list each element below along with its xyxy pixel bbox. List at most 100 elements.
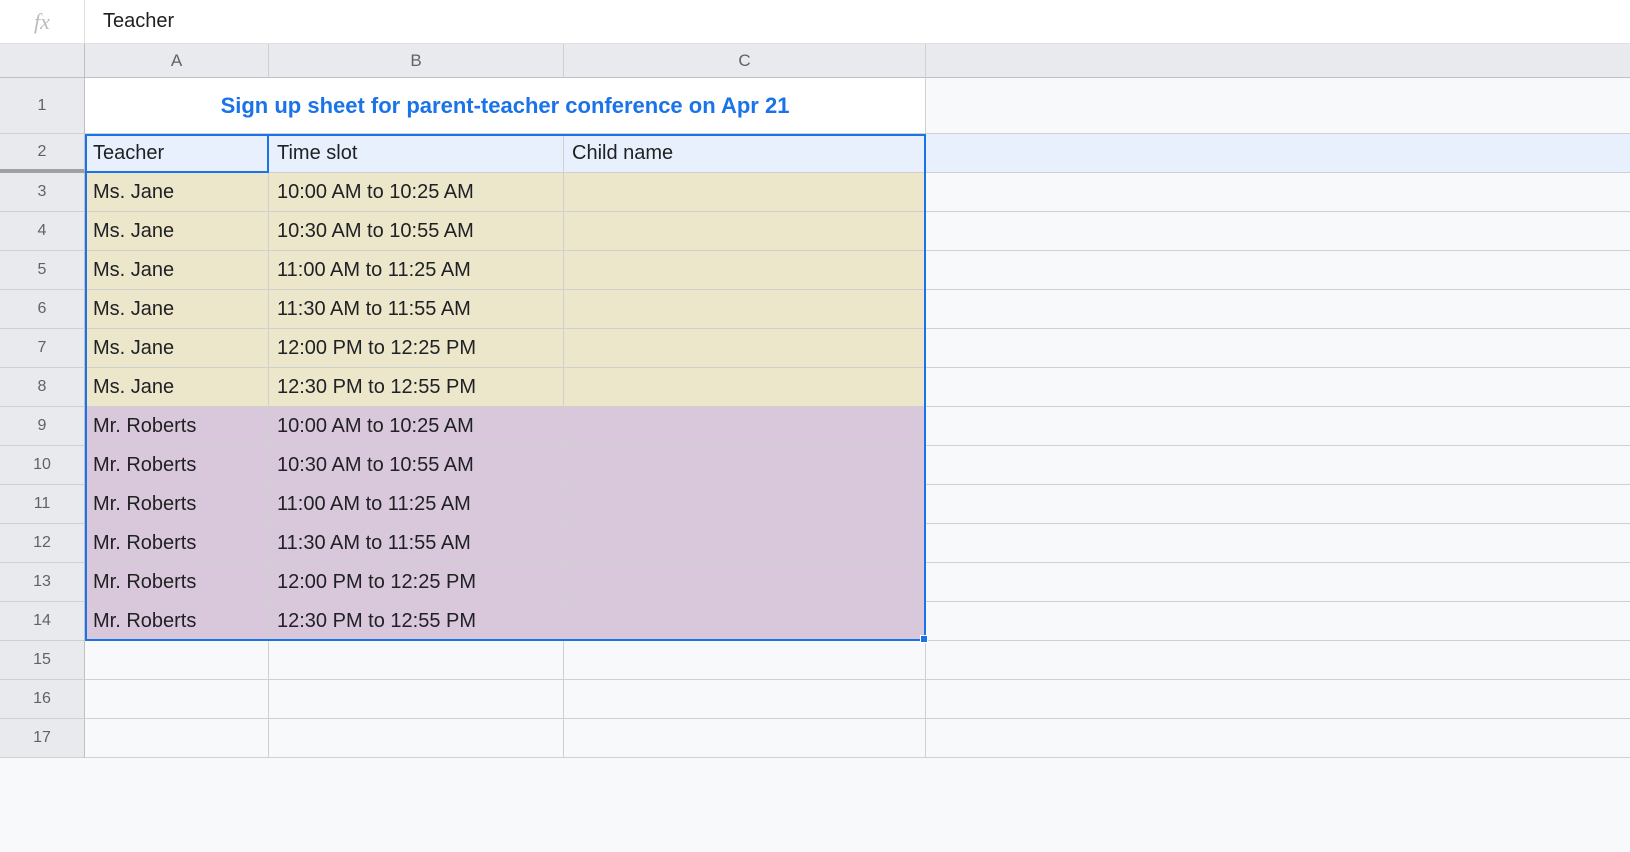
row-header-13[interactable]: 13 [0,563,85,602]
row-header-12[interactable]: 12 [0,524,85,563]
formula-input[interactable] [85,0,1630,43]
cell-teacher[interactable]: Ms. Jane [85,329,269,368]
cell-child-name[interactable] [564,485,926,524]
table-row: Mr. Roberts 11:30 AM to 11:55 AM [85,524,1630,563]
table-row [85,719,1630,758]
col-header-c[interactable]: C [564,44,926,78]
cell-child-name[interactable] [564,251,926,290]
empty-cell[interactable] [926,290,1630,329]
cell-child-name[interactable] [564,446,926,485]
sheet-title[interactable]: Sign up sheet for parent-teacher confere… [85,78,926,134]
empty-cell[interactable] [926,485,1630,524]
empty-cell[interactable] [85,680,269,719]
empty-cell[interactable] [926,563,1630,602]
cell-time-slot[interactable]: 12:00 PM to 12:25 PM [269,563,564,602]
cell-time-slot[interactable]: 10:00 AM to 10:25 AM [269,173,564,212]
row-header-17[interactable]: 17 [0,719,85,758]
cell-teacher[interactable]: Mr. Roberts [85,407,269,446]
empty-cell[interactable] [926,719,1630,758]
cell-child-name[interactable] [564,212,926,251]
table-row: Ms. Jane 12:30 PM to 12:55 PM [85,368,1630,407]
empty-cell[interactable] [85,719,269,758]
cell-child-name[interactable] [564,563,926,602]
header-child-name[interactable]: Child name [564,134,926,173]
empty-cell[interactable] [926,368,1630,407]
table-row: Mr. Roberts 10:30 AM to 10:55 AM [85,446,1630,485]
row-header-11[interactable]: 11 [0,485,85,524]
cell-child-name[interactable] [564,290,926,329]
cell-time-slot[interactable]: 10:30 AM to 10:55 AM [269,446,564,485]
row-header-3[interactable]: 3 [0,173,85,212]
empty-cell[interactable] [926,134,1630,173]
cell-teacher[interactable]: Ms. Jane [85,251,269,290]
cell-teacher[interactable]: Mr. Roberts [85,524,269,563]
table-row: Ms. Jane 11:30 AM to 11:55 AM [85,290,1630,329]
table-row: Mr. Roberts 10:00 AM to 10:25 AM [85,407,1630,446]
cell-child-name[interactable] [564,407,926,446]
row-header-5[interactable]: 5 [0,251,85,290]
table-row: Mr. Roberts 11:00 AM to 11:25 AM [85,485,1630,524]
empty-cell[interactable] [564,680,926,719]
cell-child-name[interactable] [564,602,926,641]
row-header-8[interactable]: 8 [0,368,85,407]
cell-teacher[interactable]: Ms. Jane [85,290,269,329]
cell-time-slot[interactable]: 12:00 PM to 12:25 PM [269,329,564,368]
col-header-b[interactable]: B [269,44,564,78]
cell-teacher[interactable]: Ms. Jane [85,212,269,251]
empty-cell[interactable] [926,602,1630,641]
cell-teacher[interactable]: Ms. Jane [85,368,269,407]
cell-time-slot[interactable]: 10:00 AM to 10:25 AM [269,407,564,446]
cell-time-slot[interactable]: 11:30 AM to 11:55 AM [269,524,564,563]
empty-cell[interactable] [926,524,1630,563]
cell-time-slot[interactable]: 11:30 AM to 11:55 AM [269,290,564,329]
row-header-9[interactable]: 9 [0,407,85,446]
empty-cell[interactable] [926,78,1630,134]
col-header-a[interactable]: A [85,44,269,78]
cell-teacher[interactable]: Mr. Roberts [85,485,269,524]
empty-cell[interactable] [926,329,1630,368]
cell-child-name[interactable] [564,173,926,212]
table-row: Ms. Jane 10:30 AM to 10:55 AM [85,212,1630,251]
row-header-14[interactable]: 14 [0,602,85,641]
select-all-corner[interactable] [0,44,85,78]
empty-cell[interactable] [926,446,1630,485]
empty-cell[interactable] [269,641,564,680]
row-header-1[interactable]: 1 [0,78,85,134]
row-header-6[interactable]: 6 [0,290,85,329]
empty-cell[interactable] [926,641,1630,680]
empty-cell[interactable] [926,680,1630,719]
empty-cell[interactable] [564,641,926,680]
cell-time-slot[interactable]: 12:30 PM to 12:55 PM [269,368,564,407]
header-time-slot[interactable]: Time slot [269,134,564,173]
empty-cell[interactable] [564,719,926,758]
cell-time-slot[interactable]: 12:30 PM to 12:55 PM [269,602,564,641]
empty-cell[interactable] [926,407,1630,446]
empty-cell[interactable] [926,212,1630,251]
cell-teacher[interactable]: Mr. Roberts [85,446,269,485]
row-header-4[interactable]: 4 [0,212,85,251]
empty-cell[interactable] [269,680,564,719]
formula-bar: fx [0,0,1630,44]
cell-time-slot[interactable]: 10:30 AM to 10:55 AM [269,212,564,251]
row-header-7[interactable]: 7 [0,329,85,368]
cell-time-slot[interactable]: 11:00 AM to 11:25 AM [269,251,564,290]
empty-cell[interactable] [926,251,1630,290]
fx-icon[interactable]: fx [0,0,85,43]
cell-child-name[interactable] [564,368,926,407]
cell-teacher[interactable]: Mr. Roberts [85,563,269,602]
row-header-16[interactable]: 16 [0,680,85,719]
cell-child-name[interactable] [564,329,926,368]
row-header-2[interactable]: 2 [0,134,85,173]
col-header-rest [926,44,1630,78]
header-teacher[interactable]: Teacher [85,134,269,173]
cell-teacher[interactable]: Mr. Roberts [85,602,269,641]
row-headers: 1 2 3 4 5 6 7 8 9 10 11 12 13 14 15 16 1… [0,44,85,758]
empty-cell[interactable] [85,641,269,680]
cell-time-slot[interactable]: 11:00 AM to 11:25 AM [269,485,564,524]
row-header-10[interactable]: 10 [0,446,85,485]
row-header-15[interactable]: 15 [0,641,85,680]
cell-child-name[interactable] [564,524,926,563]
empty-cell[interactable] [926,173,1630,212]
cell-teacher[interactable]: Ms. Jane [85,173,269,212]
empty-cell[interactable] [269,719,564,758]
